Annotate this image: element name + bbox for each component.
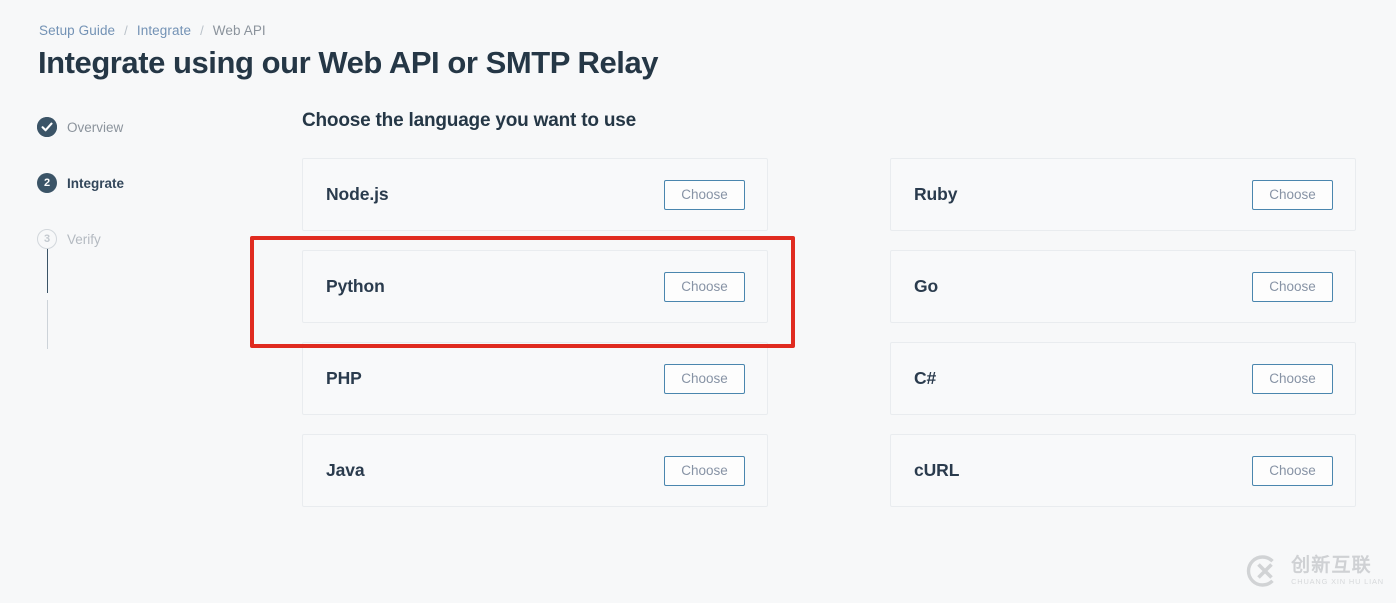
check-icon bbox=[37, 117, 57, 137]
breadcrumb-item-integrate[interactable]: Integrate bbox=[137, 23, 191, 38]
language-card-ruby[interactable]: Ruby Choose bbox=[890, 158, 1356, 231]
language-card-php[interactable]: PHP Choose bbox=[302, 342, 768, 415]
stepper-step-verify[interactable]: 3 Verify bbox=[37, 227, 237, 251]
breadcrumb-item-web-api: Web API bbox=[212, 23, 266, 38]
language-name: Node.js bbox=[326, 184, 389, 204]
language-name: Java bbox=[326, 460, 365, 480]
setup-guide-page: Setup Guide / Integrate / Web API Integr… bbox=[0, 0, 1396, 603]
language-card-python[interactable]: Python Choose bbox=[302, 250, 768, 323]
choose-button-go[interactable]: Choose bbox=[1252, 271, 1333, 302]
choose-button-php[interactable]: Choose bbox=[664, 363, 745, 394]
language-card-curl[interactable]: cURL Choose bbox=[890, 434, 1356, 507]
breadcrumb-separator: / bbox=[200, 23, 204, 38]
stepper-label-verify: Verify bbox=[67, 231, 101, 247]
language-name: cURL bbox=[914, 460, 960, 480]
language-card-nodejs[interactable]: Node.js Choose bbox=[302, 158, 768, 231]
watermark-chinese: 创新互联 bbox=[1291, 555, 1372, 577]
language-column-left: Node.js Choose Python Choose PHP Choose … bbox=[302, 158, 768, 507]
stepper-step-overview[interactable]: Overview bbox=[37, 115, 237, 139]
choose-button-curl[interactable]: Choose bbox=[1252, 455, 1333, 486]
breadcrumb: Setup Guide / Integrate / Web API bbox=[39, 23, 266, 38]
stepper-label-overview: Overview bbox=[67, 119, 124, 135]
cx-circle-logo-icon bbox=[1245, 553, 1281, 589]
language-name: C# bbox=[914, 368, 937, 388]
language-card-csharp[interactable]: C# Choose bbox=[890, 342, 1356, 415]
language-card-java[interactable]: Java Choose bbox=[302, 434, 768, 507]
language-name: PHP bbox=[326, 368, 362, 388]
step-number-badge-3: 3 bbox=[37, 229, 57, 249]
language-chooser: Choose the language you want to use Node… bbox=[302, 110, 1356, 507]
stepper-step-integrate[interactable]: 2 Integrate bbox=[37, 171, 237, 195]
language-columns: Node.js Choose Python Choose PHP Choose … bbox=[302, 158, 1356, 507]
choose-button-csharp[interactable]: Choose bbox=[1252, 363, 1333, 394]
watermark: 创新互联 CHUANG XIN HU LIAN bbox=[1245, 553, 1384, 589]
page-title: Integrate using our Web API or SMTP Rela… bbox=[38, 45, 659, 80]
stepper-connector-1 bbox=[46, 244, 48, 293]
breadcrumb-item-setup-guide[interactable]: Setup Guide bbox=[39, 23, 115, 38]
watermark-pinyin: CHUANG XIN HU LIAN bbox=[1291, 577, 1384, 587]
step-number-badge-2: 2 bbox=[37, 173, 57, 193]
section-title: Choose the language you want to use bbox=[302, 110, 636, 131]
language-name: Go bbox=[914, 276, 939, 296]
watermark-text: 创新互联 CHUANG XIN HU LIAN bbox=[1291, 555, 1384, 587]
language-name: Python bbox=[326, 276, 385, 296]
choose-button-nodejs[interactable]: Choose bbox=[664, 179, 745, 210]
choose-button-java[interactable]: Choose bbox=[664, 455, 745, 486]
breadcrumb-separator: / bbox=[124, 23, 128, 38]
choose-button-ruby[interactable]: Choose bbox=[1252, 179, 1333, 210]
stepper-connector-2 bbox=[46, 300, 48, 349]
choose-button-python[interactable]: Choose bbox=[664, 271, 745, 302]
language-column-right: Ruby Choose Go Choose C# Choose cURL Cho… bbox=[890, 158, 1356, 507]
setup-stepper: Overview 2 Integrate 3 Verify bbox=[37, 115, 237, 349]
language-card-go[interactable]: Go Choose bbox=[890, 250, 1356, 323]
stepper-label-integrate: Integrate bbox=[67, 175, 125, 191]
language-name: Ruby bbox=[914, 184, 958, 204]
